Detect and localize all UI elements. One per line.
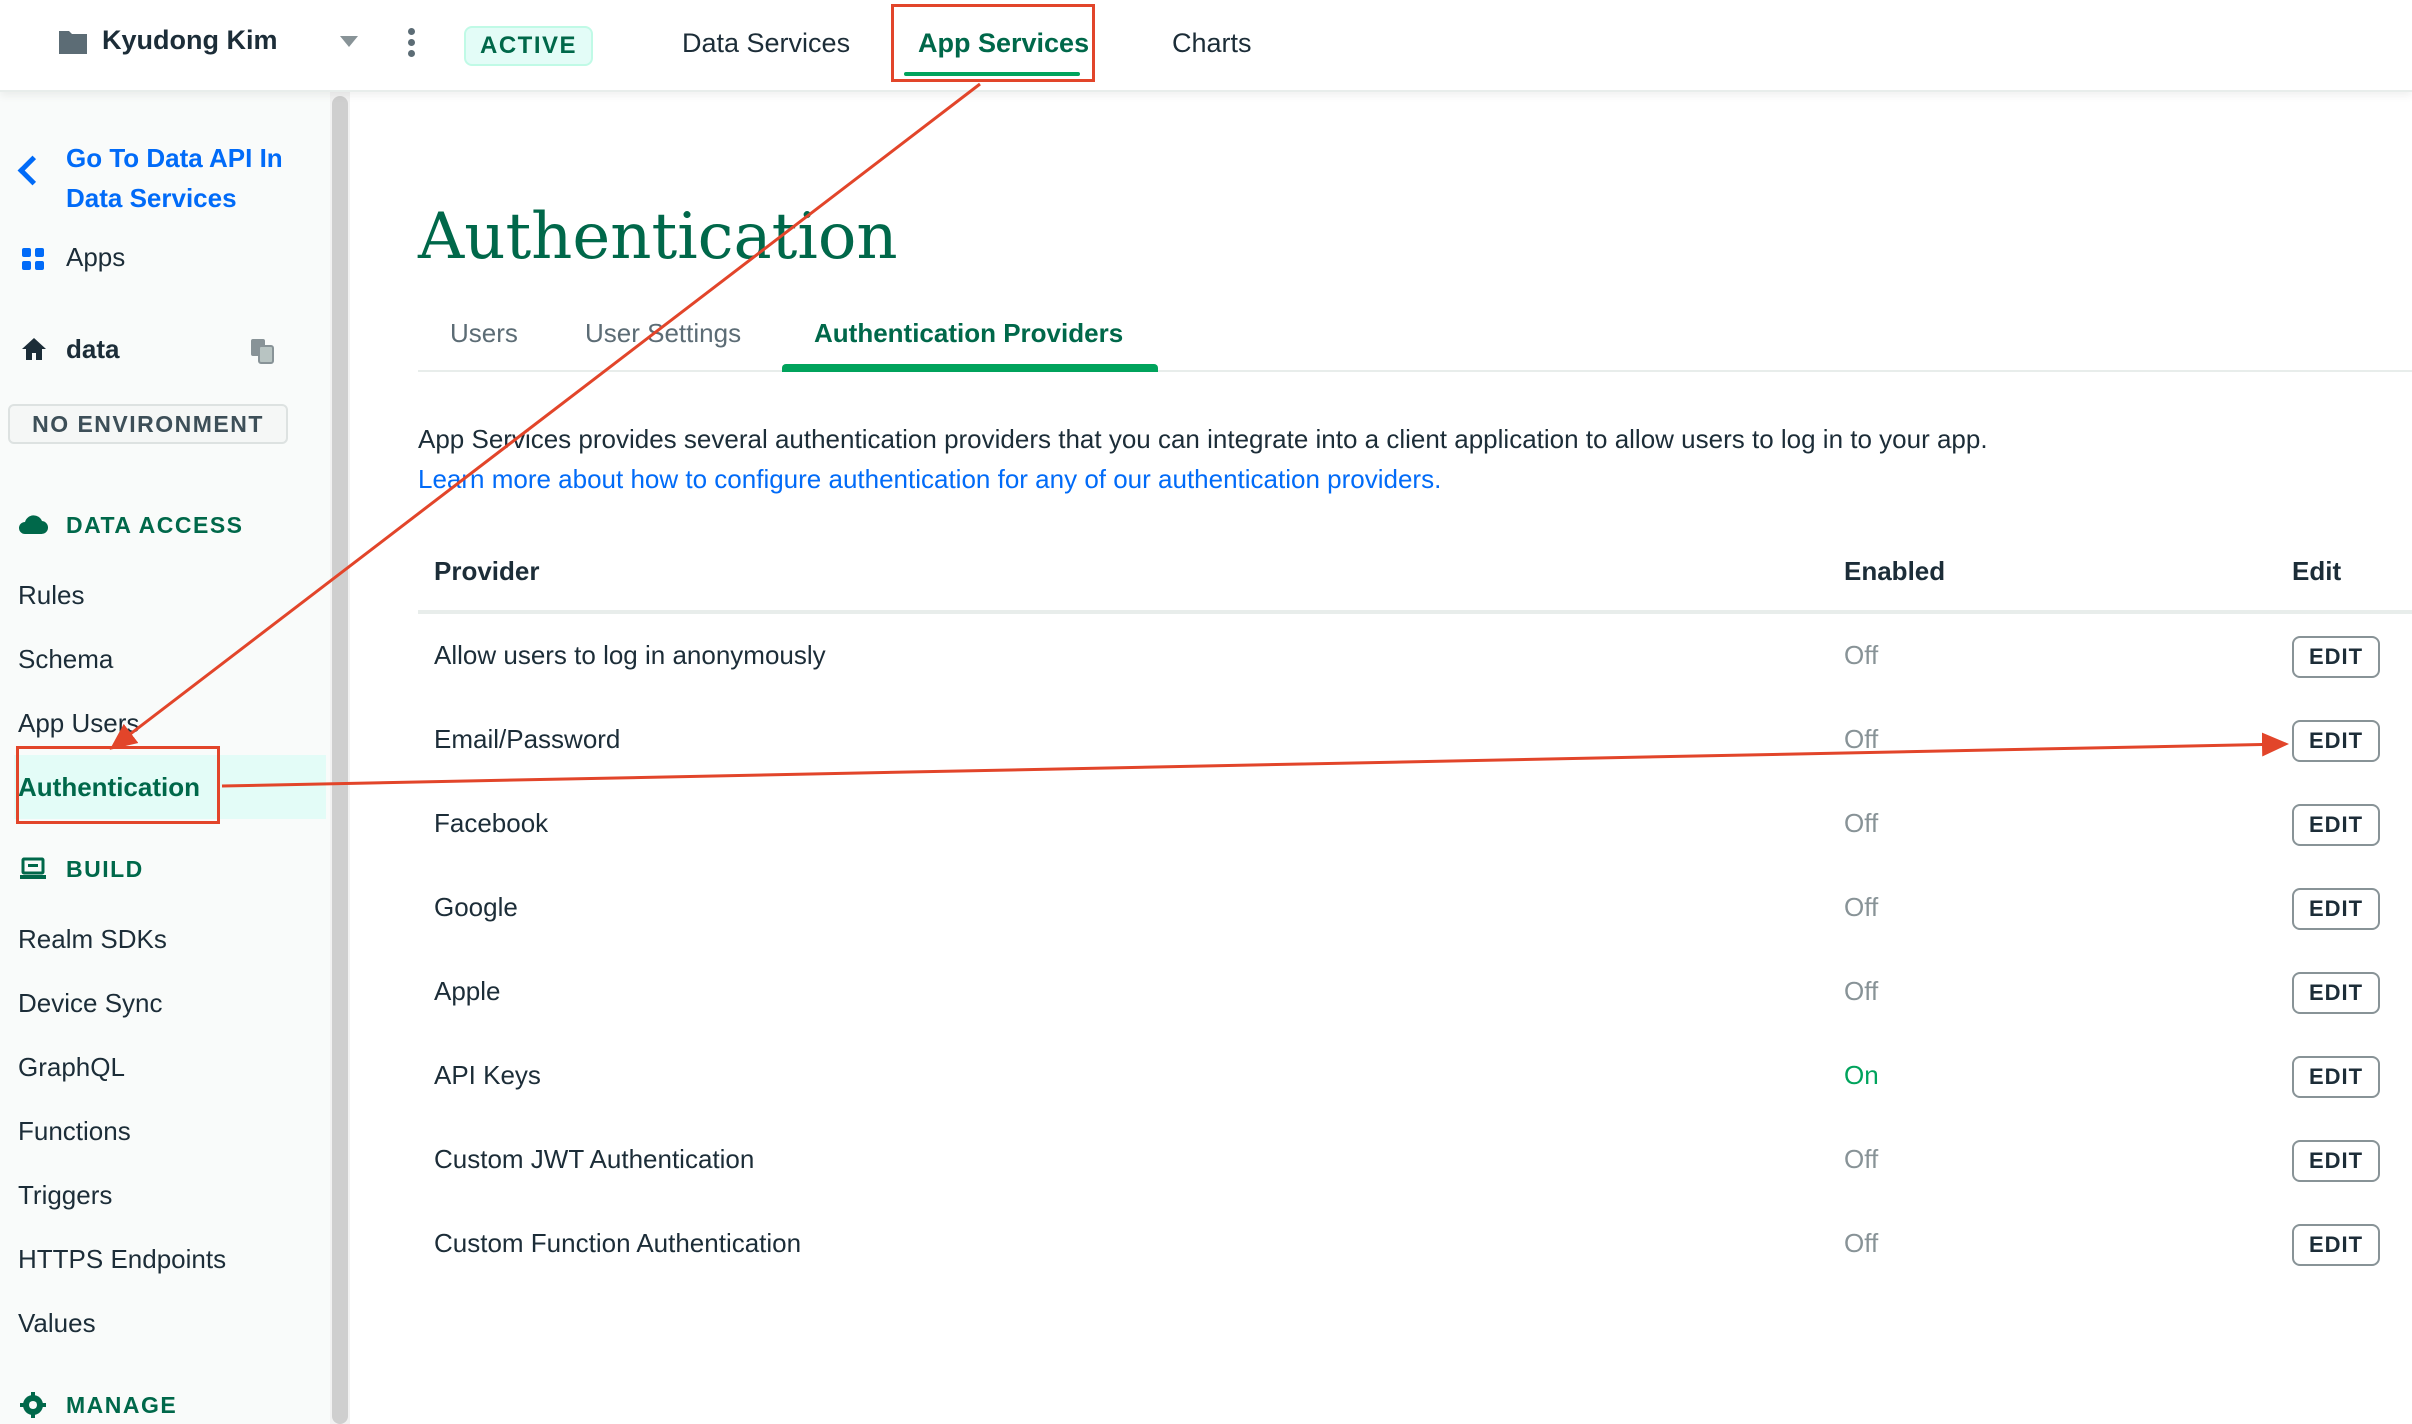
folder-icon	[59, 30, 87, 54]
sidebar-item-rules[interactable]: Rules	[18, 580, 84, 611]
project-selector[interactable]: Kyudong Kim	[58, 25, 278, 56]
table-row: Custom JWT Authentication Off EDIT	[418, 1120, 2412, 1204]
app-name[interactable]: data	[66, 334, 119, 365]
sidebar-item-schema[interactable]: Schema	[18, 644, 113, 675]
grid-icon	[22, 248, 44, 270]
tab-user-settings[interactable]: User Settings	[585, 318, 741, 349]
table-header-divider	[418, 610, 2412, 614]
provider-name: API Keys	[434, 1060, 541, 1090]
column-header-enabled: Enabled	[1844, 556, 1946, 586]
chevron-down-icon[interactable]	[340, 36, 358, 47]
status-badge: ACTIVE	[464, 26, 594, 66]
cloud-icon	[19, 515, 48, 535]
sidebar-scrollbar-thumb[interactable]	[332, 96, 348, 1424]
provider-status: Off	[1844, 1144, 1879, 1174]
active-subtab-indicator	[782, 364, 1158, 372]
table-row: API Keys On EDIT	[418, 1036, 2412, 1120]
sidebar-item-triggers[interactable]: Triggers	[18, 1180, 112, 1211]
sidebar-item-https-endpoints[interactable]: HTTPS Endpoints	[18, 1244, 226, 1275]
table-row: Facebook Off EDIT	[418, 784, 2412, 868]
edit-button[interactable]: EDIT	[2292, 1140, 2380, 1182]
edit-button[interactable]: EDIT	[2292, 1056, 2380, 1098]
provider-status: Off	[1844, 976, 1879, 1006]
copy-icon[interactable]	[248, 336, 278, 366]
edit-button[interactable]: EDIT	[2292, 720, 2380, 762]
more-options-icon[interactable]	[404, 28, 418, 62]
sidebar-item-functions[interactable]: Functions	[18, 1116, 131, 1147]
table-row: Allow users to log in anonymously Off ED…	[418, 616, 2412, 700]
table-row: Email/Password Off EDIT	[418, 700, 2412, 784]
tab-charts[interactable]: Charts	[1172, 28, 1252, 59]
tab-authentication-providers[interactable]: Authentication Providers	[814, 318, 1123, 349]
page-title: Authentication	[418, 200, 898, 274]
provider-status: Off	[1844, 1228, 1879, 1258]
learn-more-link[interactable]: Learn more about how to configure authen…	[418, 464, 1441, 495]
provider-status: Off	[1844, 724, 1879, 754]
provider-status: Off	[1844, 892, 1879, 922]
column-header-edit: Edit	[2292, 556, 2342, 586]
table-row: Apple Off EDIT	[418, 952, 2412, 1036]
table-row: Google Off EDIT	[418, 868, 2412, 952]
edit-button[interactable]: EDIT	[2292, 636, 2380, 678]
provider-name: Custom JWT Authentication	[434, 1144, 755, 1174]
section-heading-data-access: DATA ACCESS	[66, 512, 244, 538]
back-link-label: Go To Data API In Data Services	[66, 143, 283, 213]
project-name: Kyudong Kim	[102, 25, 278, 55]
tab-app-services[interactable]: App Services	[918, 28, 1089, 59]
tabs-divider	[418, 370, 2412, 372]
column-header-provider: Provider	[434, 556, 540, 586]
laptop-icon	[20, 857, 46, 879]
top-navigation-bar: Kyudong Kim ACTIVE Data Services App Ser…	[0, 0, 2412, 92]
section-heading-manage: MANAGE	[66, 1392, 178, 1418]
provider-status: On	[1844, 1060, 1879, 1090]
provider-name: Allow users to log in anonymously	[434, 640, 826, 670]
sidebar-item-app-users[interactable]: App Users	[18, 708, 139, 739]
environment-badge[interactable]: NO ENVIRONMENT	[8, 404, 288, 444]
tab-data-services[interactable]: Data Services	[682, 28, 850, 59]
edit-button[interactable]: EDIT	[2292, 888, 2380, 930]
provider-name: Email/Password	[434, 724, 621, 754]
provider-status: Off	[1844, 640, 1879, 670]
edit-button[interactable]: EDIT	[2292, 804, 2380, 846]
sidebar-item-authentication[interactable]: Authentication	[18, 772, 200, 803]
provider-status: Off	[1844, 808, 1879, 838]
page-description: App Services provides several authentica…	[418, 424, 1988, 454]
sidebar-item-values[interactable]: Values	[18, 1308, 96, 1339]
home-icon	[22, 338, 46, 360]
tab-users[interactable]: Users	[450, 318, 518, 349]
provider-name: Facebook	[434, 808, 549, 838]
provider-name: Custom Function Authentication	[434, 1228, 802, 1258]
section-heading-build: BUILD	[66, 856, 144, 882]
gear-icon	[20, 1392, 46, 1418]
provider-name: Apple	[434, 976, 501, 1006]
table-row: Custom Function Authentication Off EDIT	[418, 1204, 2412, 1288]
edit-button[interactable]: EDIT	[2292, 1224, 2380, 1266]
provider-name: Google	[434, 892, 518, 922]
sidebar-item-device-sync[interactable]: Device Sync	[18, 988, 163, 1019]
active-tab-indicator	[904, 72, 1080, 76]
sidebar-item-realm-sdks[interactable]: Realm SDKs	[18, 924, 167, 955]
sidebar-item-graphql[interactable]: GraphQL	[18, 1052, 125, 1083]
edit-button[interactable]: EDIT	[2292, 972, 2380, 1014]
sidebar-item-apps[interactable]: Apps	[66, 242, 125, 273]
